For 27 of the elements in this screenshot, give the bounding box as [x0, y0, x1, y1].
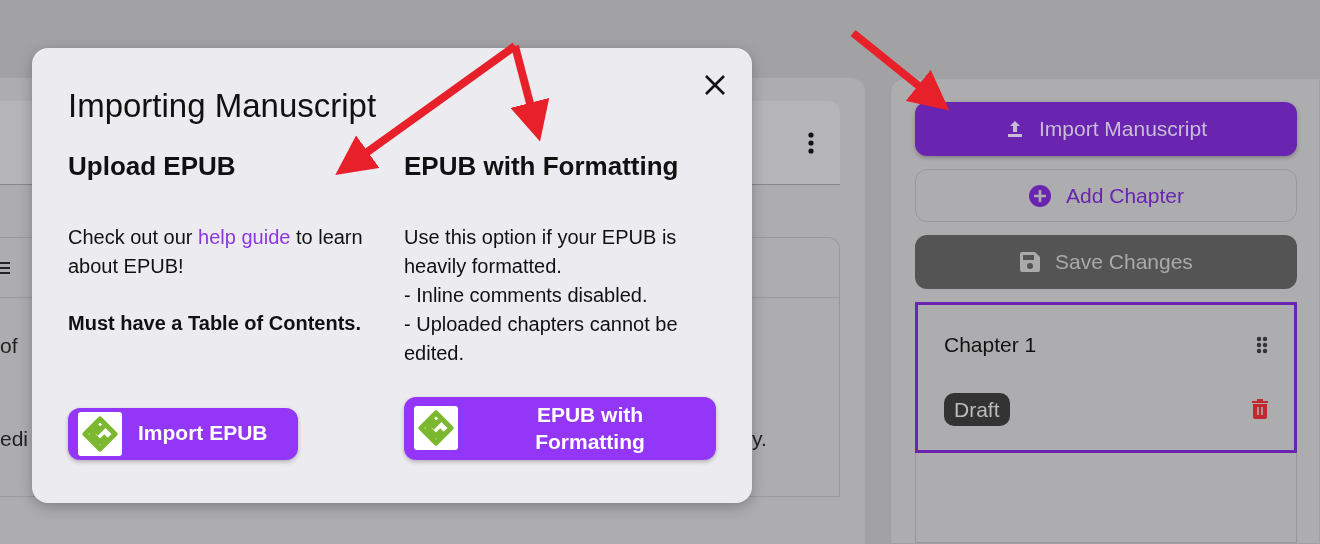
option-heading: Upload EPUB	[68, 149, 237, 183]
paragraph: Must have a Table of Contents.	[68, 311, 362, 337]
status-tag: Draft	[944, 392, 1010, 426]
background-text: edi	[0, 426, 29, 452]
background-text: of	[0, 333, 18, 359]
modal-title: Importing Manuscript	[68, 86, 378, 126]
menu-icon[interactable]	[0, 260, 10, 275]
epub-logo-icon	[78, 411, 122, 456]
option-heading: EPUB with Formatting	[404, 149, 680, 183]
trash-icon[interactable]	[1252, 399, 1268, 420]
paragraph: - Uploaded chapters cannot be edited.	[404, 312, 679, 367]
paragraph: Check out our help guide to learn about EPUB!	[68, 225, 364, 280]
kebab-menu-icon[interactable]	[808, 131, 814, 154]
epub-logo-icon	[414, 406, 458, 451]
paragraph: - Inline comments disabled.	[404, 283, 649, 309]
chapter-title: Chapter 1	[944, 332, 1037, 358]
sidebar-button[interactable]: Import Manuscript	[915, 102, 1297, 156]
paragraph: Use this option if your EPUB is heavily formatted.	[404, 225, 678, 280]
background-text: y.	[752, 426, 767, 452]
import-button[interactable]: Import EPUB	[68, 407, 298, 460]
import-button[interactable]: EPUB with Formatting	[404, 397, 716, 460]
sidebar-button[interactable]: Save Changes	[915, 235, 1297, 289]
drag-handle-icon[interactable]	[1256, 335, 1268, 354]
sidebar-button[interactable]: Add Chapter	[915, 169, 1297, 222]
help-link[interactable]: help guide	[198, 226, 291, 249]
plus-circle-icon	[1028, 183, 1053, 208]
chapter-card[interactable]: Chapter 1 Draft	[915, 302, 1297, 453]
